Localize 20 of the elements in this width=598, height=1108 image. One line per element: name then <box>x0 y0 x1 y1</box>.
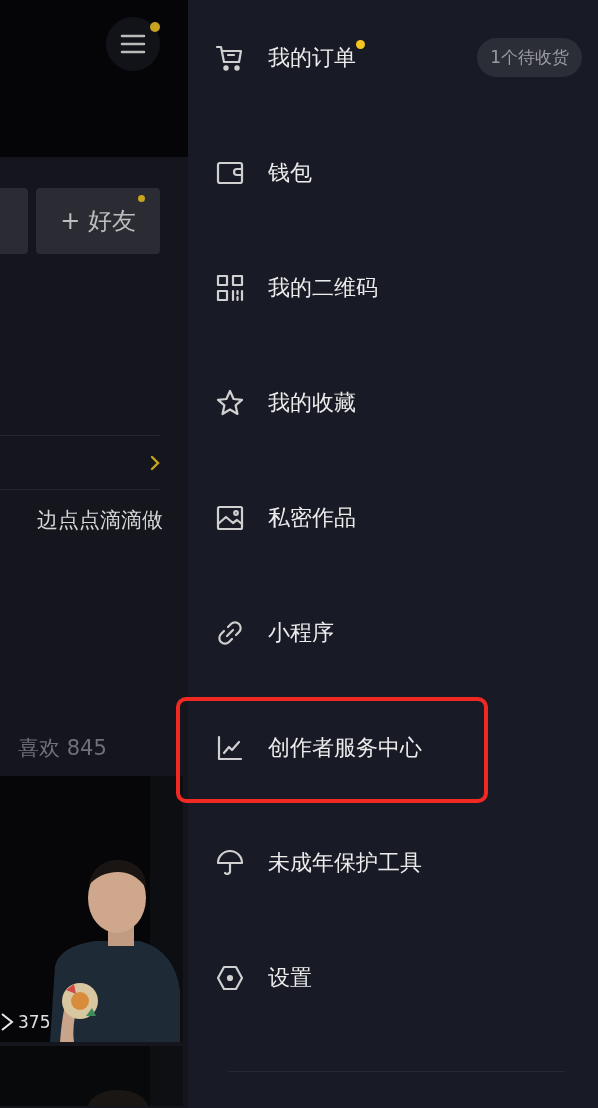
play-count: 375 <box>18 1012 51 1032</box>
menu-item[interactable]: 我的收藏 <box>188 345 598 460</box>
umbrella-icon <box>215 847 245 878</box>
menu-icon <box>120 34 146 54</box>
menu-item[interactable]: 私密作品 <box>188 460 598 575</box>
play-icon <box>0 1012 14 1032</box>
menu-item[interactable]: 我的二维码 <box>188 230 598 345</box>
likes-label: 喜欢 845 <box>17 735 108 762</box>
menu-item[interactable]: 我的订单 1个待收货 <box>188 0 598 115</box>
star-icon <box>215 387 245 418</box>
add-friend-button[interactable]: + 好友 <box>36 188 160 254</box>
menu-item[interactable]: 未成年保护工具 <box>188 805 598 920</box>
menu-item[interactable]: 创作者服务中心 <box>188 690 598 805</box>
chevron-right-icon <box>150 454 160 471</box>
bio-text: 边点点滴滴做 <box>36 507 163 534</box>
status-badge: 1个待收货 <box>477 38 582 77</box>
menu-item[interactable]: 小程序 <box>188 575 598 690</box>
menu-item[interactable]: 钱包 <box>188 115 598 230</box>
qr-icon <box>215 272 245 303</box>
menu-item[interactable]: 设置 <box>188 920 598 1035</box>
